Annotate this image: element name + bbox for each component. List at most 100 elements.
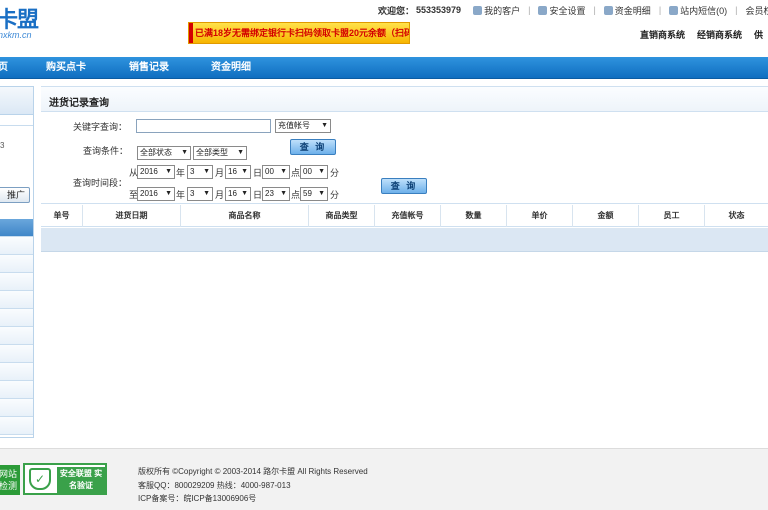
shield-check-icon: ✓ <box>29 468 51 490</box>
document-icon <box>603 5 613 15</box>
sidebar-tab[interactable] <box>0 273 33 291</box>
chevron-down-icon: ▼ <box>318 190 325 197</box>
from-hour-select[interactable]: 00 ▼ <box>262 165 290 179</box>
nav-buy-cards[interactable]: 购买点卡 <box>46 57 86 79</box>
select-value: 16 <box>228 167 237 176</box>
column-header-order-no[interactable]: 单号 <box>41 205 83 227</box>
status-select[interactable]: 全部状态 ▼ <box>137 146 191 160</box>
link-direct-seller-system[interactable]: 直销商系统 <box>640 28 685 41</box>
link-security-settings[interactable]: 安全设置 <box>538 4 585 17</box>
link-member-permissions[interactable]: 会员权限(0) <box>746 4 768 17</box>
chevron-down-icon: ▼ <box>203 168 210 175</box>
sidebar-header <box>0 87 33 115</box>
query-button[interactable]: 查 询 <box>290 139 336 155</box>
keyword-type-select[interactable]: 充值帐号 ▼ <box>275 119 331 133</box>
chevron-down-icon: ▼ <box>165 168 172 175</box>
column-header-quantity[interactable]: 数量 <box>441 205 507 227</box>
nav-sales-records[interactable]: 销售记录 <box>129 57 169 79</box>
sidebar-tab[interactable] <box>0 363 33 381</box>
sidebar-tab[interactable] <box>0 417 33 435</box>
chevron-down-icon: ▼ <box>321 122 328 129</box>
query-button-2[interactable]: 查 询 <box>381 178 427 194</box>
column-header-status[interactable]: 状态 <box>705 205 768 227</box>
select-value: 2016 <box>140 167 158 176</box>
from-day-select[interactable]: 16 ▼ <box>225 165 251 179</box>
table-header: 单号 进货日期 商品名称 商品类型 充值帐号 数量 单价 金额 员工 状态 <box>41 205 768 227</box>
column-header-account[interactable]: 充值帐号 <box>375 205 441 227</box>
header: 卡盟 nxkm.cn 已满18岁无需绑定银行卡扫码领取卡盟20元余额（扫码 欢迎… <box>0 0 768 56</box>
to-month-select[interactable]: 3 ▼ <box>187 187 213 201</box>
icp-text[interactable]: ICP备案号：皖ICP备13006906号 <box>138 493 256 504</box>
link-label: 资金明细 <box>614 5 651 16</box>
chevron-down-icon: ▼ <box>203 190 210 197</box>
mail-icon <box>669 5 679 15</box>
chevron-down-icon: ▼ <box>241 168 248 175</box>
link-fund-details[interactable]: 资金明细 <box>603 4 651 17</box>
column-header-product-type[interactable]: 商品类型 <box>309 205 375 227</box>
link-label: 安全设置 <box>549 5 586 16</box>
time-range-label: 查询时间段： <box>73 178 128 188</box>
keyword-label: 关键字查询： <box>73 122 128 132</box>
sidebar-tab[interactable] <box>0 237 33 255</box>
sidebar-number: 3 <box>0 141 5 150</box>
column-header-product-name[interactable]: 商品名称 <box>181 205 309 227</box>
to-year-select[interactable]: 2016 ▼ <box>137 187 175 201</box>
copyright-text: 版权所有 ©Copyright © 2003-2014 路尔卡盟 All Rig… <box>138 467 368 476</box>
to-hour-select[interactable]: 23 ▼ <box>262 187 290 201</box>
sidebar-tab[interactable] <box>0 381 33 399</box>
left-sidebar: 3 推广 <box>0 86 34 438</box>
sidebar-tab[interactable] <box>0 327 33 345</box>
logo[interactable]: 卡盟 nxkm.cn <box>0 2 56 42</box>
to-minute-select[interactable]: 59 ▼ <box>300 187 328 201</box>
sidebar-tab[interactable] <box>0 255 33 273</box>
to-day-select[interactable]: 16 ▼ <box>225 187 251 201</box>
year-unit: 年 <box>176 190 186 200</box>
column-header-amount[interactable]: 金额 <box>573 205 639 227</box>
chevron-down-icon: ▼ <box>165 190 172 197</box>
divider: | <box>658 5 662 15</box>
chevron-down-icon: ▼ <box>237 149 244 156</box>
divider: | <box>528 5 531 15</box>
link-my-customers[interactable]: 我的客户 <box>473 4 520 17</box>
select-value: 全部状态 <box>140 148 172 157</box>
nav-fund-details[interactable]: 资金明细 <box>211 57 251 79</box>
from-month-select[interactable]: 3 ▼ <box>187 165 213 179</box>
type-select[interactable]: 全部类型 ▼ <box>193 146 247 160</box>
link-label: 会员权限(0) <box>745 5 768 16</box>
promote-button[interactable]: 推广 <box>0 187 30 203</box>
sidebar-tab[interactable] <box>0 291 33 309</box>
sidebar-tab[interactable] <box>0 309 33 327</box>
security-alliance-badge[interactable]: ✓ 安全联盟 实名验证 <box>23 463 107 495</box>
footer: 网站 检测 ✓ 安全联盟 实名验证 版权所有 ©Copyright © 2003… <box>0 448 768 510</box>
chevron-down-icon: ▼ <box>241 190 248 197</box>
sidebar-tab[interactable] <box>0 219 33 237</box>
table-empty-row <box>41 228 768 252</box>
divider: | <box>735 5 738 15</box>
column-header-unit-price[interactable]: 单价 <box>507 205 573 227</box>
sidebar-tab[interactable] <box>0 399 33 417</box>
select-value: 全部类型 <box>196 148 228 157</box>
select-value: 16 <box>228 189 237 198</box>
from-minute-select[interactable]: 00 ▼ <box>300 165 328 179</box>
chevron-down-icon: ▼ <box>280 190 287 197</box>
nav-home[interactable]: 页 <box>0 57 8 79</box>
chevron-down-icon: ▼ <box>318 168 325 175</box>
column-header-staff[interactable]: 员工 <box>639 205 705 227</box>
hour-unit: 点 <box>291 190 301 200</box>
column-header-date[interactable]: 进货日期 <box>83 205 181 227</box>
link-messages[interactable]: 站内短信(0) <box>669 4 727 17</box>
promo-banner[interactable]: 已满18岁无需绑定银行卡扫码领取卡盟20元余额（扫码 <box>188 22 410 44</box>
user-id: 553353979 <box>416 5 462 15</box>
link-distributor-system[interactable]: 经销商系统 <box>697 28 742 41</box>
main-panel: 进货记录查询 关键字查询： 充值帐号 ▼ 查询条件： 全部状态 ▼ 全部类型 ▼ 查 … <box>41 86 768 439</box>
select-value: 2016 <box>140 189 158 198</box>
site-check-badge[interactable]: 网站 检测 <box>0 465 20 495</box>
sidebar-tab[interactable] <box>0 345 33 363</box>
link-label: 我的客户 <box>484 5 521 16</box>
from-year-select[interactable]: 2016 ▼ <box>137 165 175 179</box>
select-value: 23 <box>265 189 274 198</box>
contact-text: 客服QQ：800029209 热线：4000-987-013 <box>138 481 291 490</box>
day-unit: 日 <box>253 168 263 178</box>
keyword-input[interactable] <box>136 119 271 133</box>
link-supplier-system[interactable]: 供 <box>754 28 763 41</box>
